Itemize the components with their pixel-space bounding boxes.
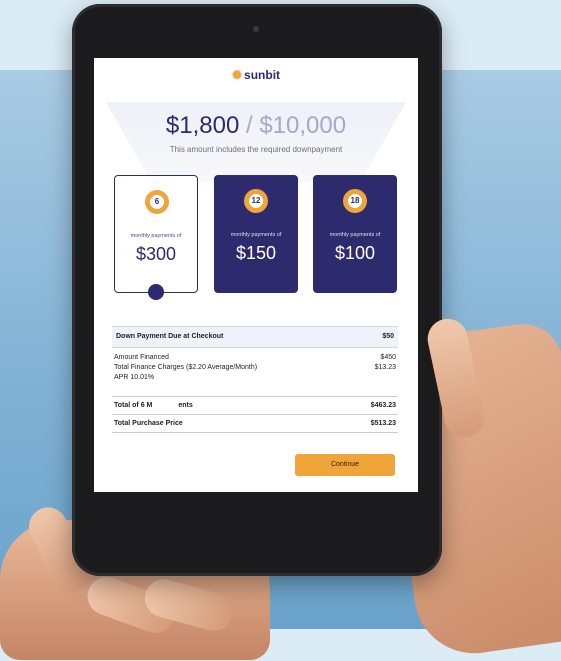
plan-card-12[interactable]: 12 monthly payments of $150 — [214, 175, 298, 293]
plan-amount: $300 — [135, 244, 177, 264]
finance-charges-row: Total Finance Charges ($2.20 Average/Mon… — [114, 364, 396, 371]
sun-icon: ✺ — [231, 68, 243, 82]
downpayment-note: This amount includes the required downpa… — [169, 145, 343, 154]
plan-card-18[interactable]: 18 monthly payments of $100 — [313, 175, 397, 293]
apr-label: APR 10.01% — [114, 374, 155, 381]
plan-card-6[interactable]: 6 monthly payments of $300 — [114, 175, 198, 293]
amount-separator: / — [239, 112, 260, 139]
plan-amount: $150 — [235, 243, 277, 263]
total-payments-value: $463.23 — [370, 402, 396, 409]
apr-row: APR 10.01% — [114, 374, 396, 381]
divider — [112, 396, 398, 397]
plan-label: monthly payments of — [329, 232, 381, 238]
financing-amount: $1,800 / $10,000 — [94, 112, 418, 140]
camera-icon — [253, 26, 259, 32]
total-purchase-value: $513.23 — [370, 420, 396, 427]
financed-amount: $1,800 — [165, 112, 240, 139]
down-payment-row: Down Payment Due at Checkout $50 — [112, 326, 398, 348]
months-badge: 12 — [244, 189, 268, 213]
plan-amount: $100 — [334, 243, 376, 263]
brand-name: sunbit — [244, 68, 281, 82]
months-badge: 6 — [145, 190, 169, 214]
amount-financed-label: Amount Financed — [114, 354, 169, 361]
total-purchase-row: Total Purchase Price $513.23 — [114, 420, 396, 427]
divider — [112, 414, 398, 415]
finance-charges-label: Total Finance Charges ($2.20 Average/Mon… — [114, 364, 258, 371]
total-amount: $10,000 — [259, 112, 347, 139]
total-payments-label-tail: ents — [178, 402, 193, 409]
continue-button[interactable]: Continue — [295, 454, 395, 476]
total-payments-row: Total of 6 M ents $463.23 — [114, 402, 396, 409]
brand-logo: ✺ sunbit — [94, 68, 418, 82]
amount-financed-row: Amount Financed $450 — [114, 354, 396, 361]
months-badge: 18 — [343, 189, 367, 213]
divider — [112, 432, 398, 433]
app-screen: ✺ sunbit $1,800 / $10,000 This amount inc… — [94, 58, 418, 492]
total-payments-label: Total of 6 M — [114, 402, 153, 409]
selected-plan-indicator — [148, 284, 164, 300]
finance-charges-value: $13.23 — [374, 364, 396, 371]
down-payment-label: Down Payment Due at Checkout — [116, 333, 224, 340]
amount-financed-value: $450 — [380, 354, 396, 361]
total-purchase-label: Total Purchase Price — [114, 420, 183, 427]
plan-label: monthly payments of — [230, 232, 282, 238]
down-payment-value: $50 — [382, 333, 394, 340]
plan-label: monthly payments of — [130, 233, 182, 239]
